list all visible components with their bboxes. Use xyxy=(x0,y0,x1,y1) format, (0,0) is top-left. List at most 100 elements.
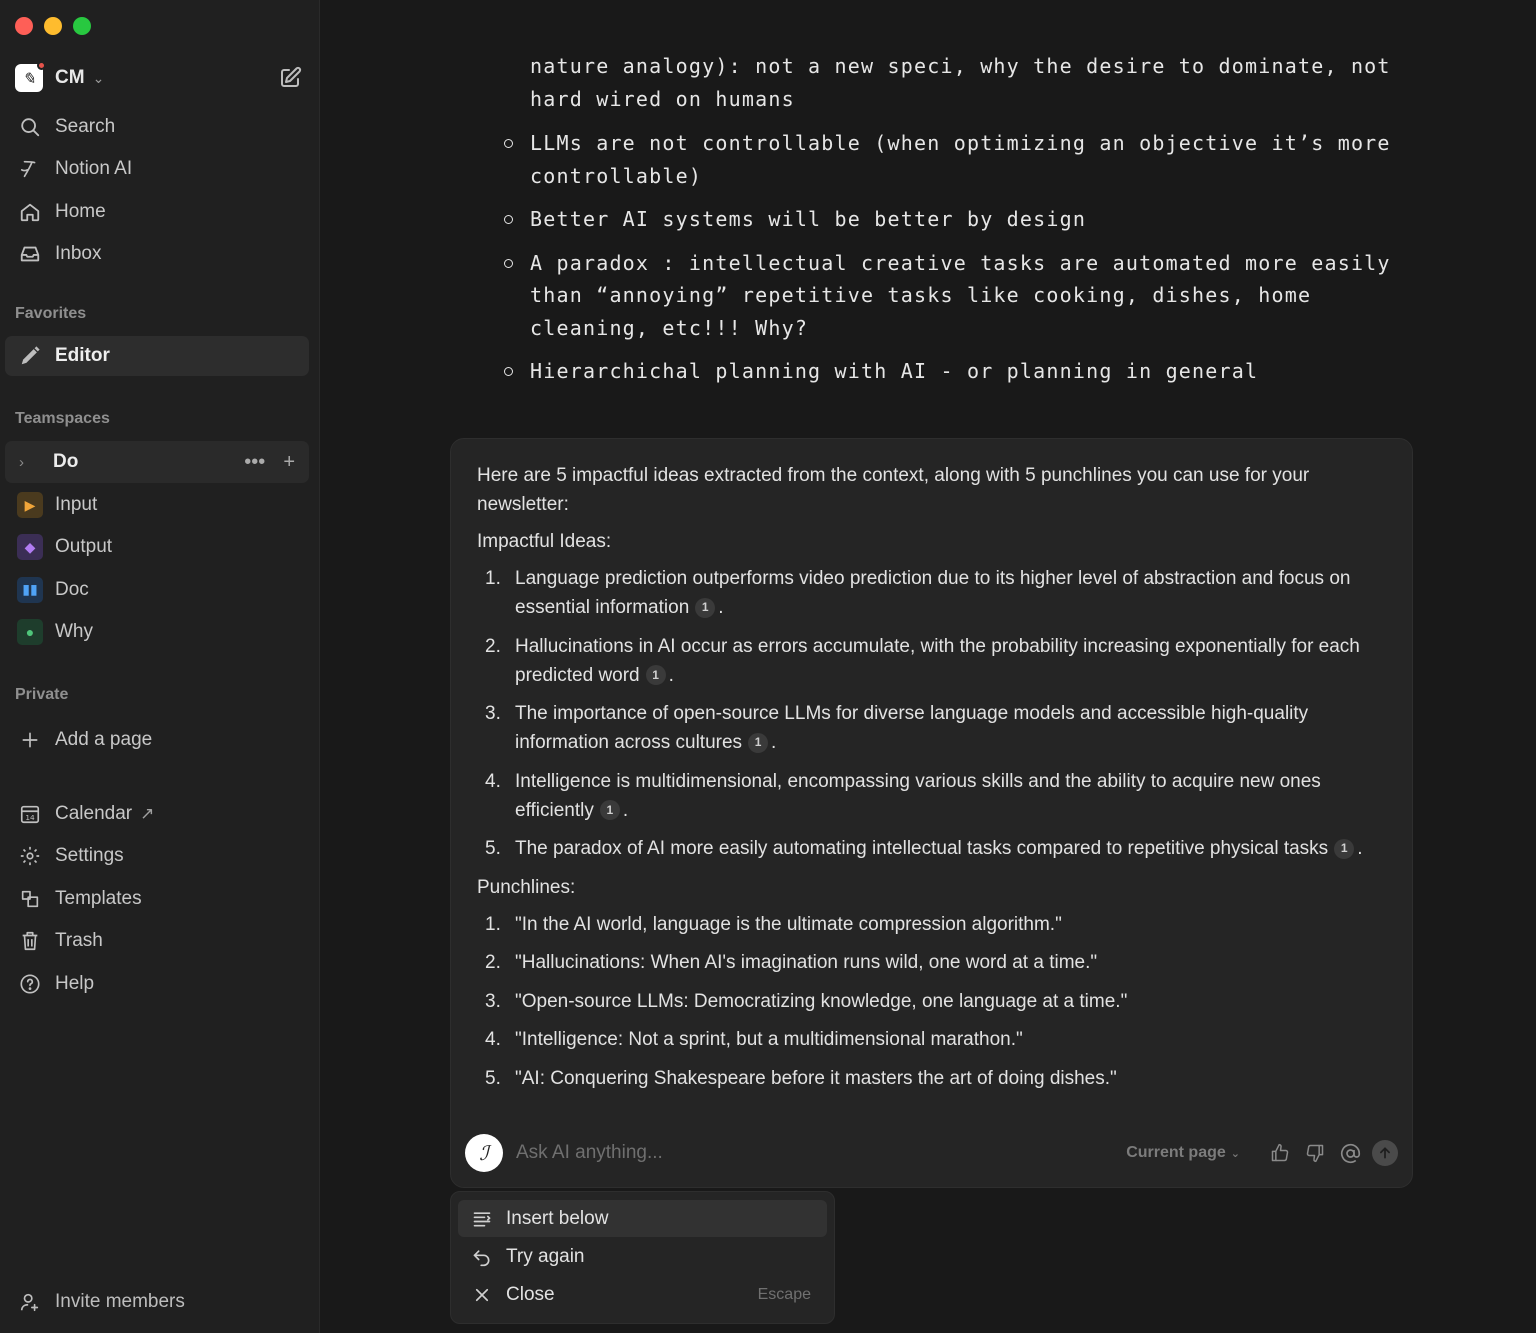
sidebar: ✎ CM ⌄ Search Notion AI Home Inbox Favor… xyxy=(0,0,320,1333)
sidebar-item-calendar[interactable]: 14 Calendar ↗ xyxy=(5,794,309,834)
menu-item-label: Close xyxy=(506,1283,555,1305)
more-options-icon[interactable]: ••• xyxy=(244,451,265,474)
external-link-icon: ↗ xyxy=(140,804,155,823)
sidebar-item-label: Home xyxy=(55,200,106,222)
book-page-icon: ▮▮ xyxy=(17,576,43,603)
close-menu-item[interactable]: Close Escape xyxy=(458,1276,827,1313)
thumbs-up-icon[interactable] xyxy=(1267,1140,1293,1166)
invite-members-label: Invite members xyxy=(55,1291,185,1312)
notion-ai-icon xyxy=(17,156,43,182)
output-page-icon: ◆ xyxy=(17,534,43,561)
sidebar-item-label: Notion AI xyxy=(55,158,133,180)
sidebar-item-help[interactable]: Help xyxy=(5,964,309,1004)
punchline-text: "In the AI world, language is the ultima… xyxy=(515,913,1062,935)
sidebar-item-notion-ai[interactable]: Notion AI xyxy=(5,149,309,189)
ask-ai-input[interactable] xyxy=(516,1142,1127,1164)
maximize-window-button[interactable] xyxy=(73,17,91,35)
add-page-button[interactable]: Add a page xyxy=(5,720,309,760)
bullet-item[interactable]: A paradox : intellectual creative tasks … xyxy=(501,247,1411,345)
workspace-name: CM xyxy=(55,67,85,88)
insert-below-icon xyxy=(472,1209,492,1229)
calendar-icon: 14 xyxy=(17,801,43,827)
thumbs-down-icon[interactable] xyxy=(1302,1140,1328,1166)
sidebar-item-label: Output xyxy=(55,536,113,558)
sidebar-item-editor[interactable]: Editor xyxy=(5,336,309,376)
teamspace-label: Do xyxy=(53,451,79,472)
context-scope-dropdown[interactable]: Current page ⌄ xyxy=(1126,1144,1240,1162)
ai-response-body: Here are 5 impactful ideas extracted fro… xyxy=(477,461,1384,1102)
sidebar-item-why[interactable]: ● Why xyxy=(5,612,309,652)
sidebar-item-label: Search xyxy=(55,116,116,137)
document-text-fragment[interactable]: nature analogy): not a new speci, why th… xyxy=(530,50,1410,115)
submit-button[interactable] xyxy=(1372,1140,1398,1166)
add-icon[interactable]: + xyxy=(283,451,295,474)
sidebar-item-output[interactable]: ◆ Output xyxy=(5,527,309,567)
idea-text: Language prediction outperforms video pr… xyxy=(515,568,1351,618)
templates-icon xyxy=(17,886,43,912)
invite-members-button[interactable]: Invite members xyxy=(17,1291,185,1313)
try-again-menu-item[interactable]: Try again xyxy=(458,1238,827,1275)
citation-badge[interactable]: 1 xyxy=(599,800,620,820)
idea-text: Intelligence is multidimensional, encomp… xyxy=(515,770,1321,821)
document-bullet-list: LLMs are not controllable (when optimizi… xyxy=(501,127,1411,399)
bullet-item[interactable]: LLMs are not controllable (when optimizi… xyxy=(501,127,1411,192)
ai-intro: Here are 5 impactful ideas extracted fro… xyxy=(477,465,1310,515)
notification-dot xyxy=(37,61,46,70)
insert-below-menu-item[interactable]: Insert below xyxy=(458,1200,827,1237)
window-controls xyxy=(15,17,91,35)
sidebar-item-templates[interactable]: Templates xyxy=(5,879,309,919)
list-item: 2. Hallucinations in AI occur as errors a… xyxy=(477,632,1384,690)
sidebar-item-label: Settings xyxy=(55,845,124,867)
chevron-right-icon[interactable]: › xyxy=(19,454,39,471)
list-number: 3. xyxy=(485,703,501,724)
sidebar-item-settings[interactable]: Settings xyxy=(5,836,309,876)
compose-icon xyxy=(281,66,302,87)
punchline-text: "Hallucinations: When AI's imagination r… xyxy=(515,952,1098,973)
teamspaces-heading: Teamspaces xyxy=(15,410,110,427)
list-number: 2. xyxy=(485,635,501,657)
scope-label: Current page xyxy=(1126,1144,1226,1161)
add-page-label: Add a page xyxy=(55,729,153,750)
minimize-window-button[interactable] xyxy=(44,17,62,35)
workspace-switcher[interactable]: ✎ CM ⌄ xyxy=(15,60,304,96)
citation-badge[interactable]: 1 xyxy=(645,665,666,685)
list-number: 5. xyxy=(485,838,501,859)
citation-badge[interactable]: 1 xyxy=(748,732,769,753)
sidebar-item-label: Input xyxy=(55,494,98,515)
menu-item-label: Insert below xyxy=(506,1207,609,1229)
sidebar-item-doc[interactable]: ▮▮ Doc xyxy=(5,570,309,610)
teamspace-do[interactable]: › Do ••• + xyxy=(5,441,309,483)
favorites-list: Editor xyxy=(5,336,309,378)
sidebar-item-search[interactable]: Search xyxy=(5,107,309,147)
list-number: 4. xyxy=(485,770,501,792)
list-item: 1. "In the AI world, language is the ulti… xyxy=(477,910,1384,939)
sidebar-item-label: Doc xyxy=(55,578,89,600)
mention-icon[interactable] xyxy=(1337,1140,1363,1166)
sidebar-item-label: Why xyxy=(55,621,93,643)
notion-ai-avatar-icon: ℐ xyxy=(465,1134,503,1172)
favorites-heading: Favorites xyxy=(15,305,87,322)
list-number: 4. xyxy=(485,1029,501,1050)
new-page-button[interactable] xyxy=(276,64,304,92)
sidebar-item-input[interactable]: ▶ Input xyxy=(5,485,309,525)
sidebar-item-inbox[interactable]: Inbox xyxy=(5,234,309,274)
close-window-button[interactable] xyxy=(15,17,33,35)
citation-badge[interactable]: 1 xyxy=(1334,838,1355,859)
list-item: 5. The paradox of AI more easily automati… xyxy=(477,834,1384,863)
bullet-item[interactable]: Hierarchichal planning with AI - or plan… xyxy=(501,355,1411,388)
bullet-item[interactable]: Better AI systems will be better by desi… xyxy=(501,203,1411,236)
inbox-icon xyxy=(17,241,43,267)
punchline-text: "Open-source LLMs: Democratizing knowled… xyxy=(515,990,1128,1012)
top-nav: Search Notion AI Home Inbox xyxy=(5,107,309,277)
list-number: 5. xyxy=(485,1067,501,1089)
sidebar-item-home[interactable]: Home xyxy=(5,192,309,232)
plus-icon xyxy=(17,727,43,753)
pencil-icon xyxy=(17,343,43,369)
sidebar-item-label: Help xyxy=(55,972,95,994)
menu-item-label: Try again xyxy=(506,1245,585,1267)
chevron-down-icon: ⌄ xyxy=(1230,1147,1240,1160)
sidebar-item-trash[interactable]: Trash xyxy=(5,921,309,961)
citation-badge[interactable]: 1 xyxy=(695,597,716,618)
punchline-text: "AI: Conquering Shakespeare before it ma… xyxy=(515,1067,1117,1089)
punchline-text: "Intelligence: Not a sprint, but a multi… xyxy=(515,1029,1023,1050)
